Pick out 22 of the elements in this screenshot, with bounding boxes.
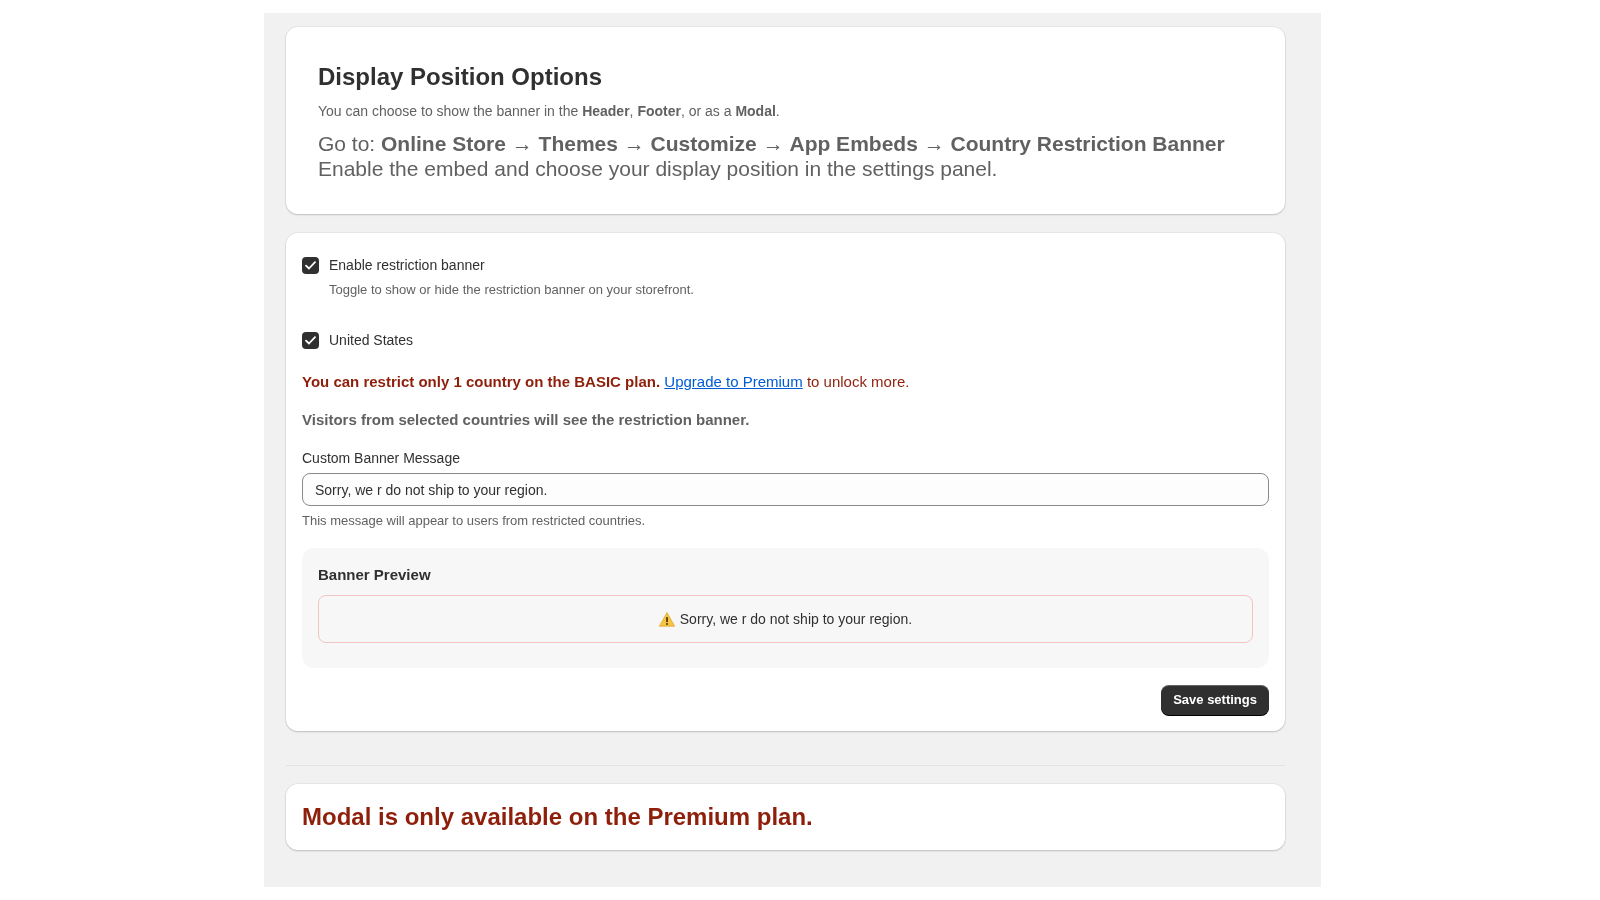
checkmark-icon bbox=[305, 335, 316, 345]
modal-notice: Modal is only available on the Premium plan. bbox=[302, 802, 813, 832]
upgrade-link[interactable]: Upgrade to Premium bbox=[664, 373, 803, 390]
plan-warning: You can restrict only 1 country on the BASIC plan. Upgrade to Premium to unlock more. bbox=[302, 372, 911, 392]
visitors-note: Visitors from selected countries will see the restriction banner. bbox=[302, 410, 751, 430]
checkmark-icon bbox=[305, 260, 316, 270]
warning-icon bbox=[658, 611, 675, 627]
checkbox-label[interactable]: Enable restriction banner bbox=[329, 255, 485, 275]
help-text: Toggle to show or hide the restriction banner on your storefront. bbox=[329, 281, 695, 299]
section-description: You can choose to show the banner in the Header, Footer, or as a Modal. bbox=[318, 102, 781, 121]
preview-title: Banner Preview bbox=[318, 565, 432, 585]
section-title: Display Position Options bbox=[318, 62, 604, 92]
checkbox-label[interactable]: United States bbox=[329, 330, 414, 350]
preview-message: Sorry, we r do not ship to your region. bbox=[679, 610, 913, 629]
save-button[interactable]: Save settings bbox=[1161, 685, 1269, 715]
message-input[interactable]: Sorry, we r do not ship to your region. bbox=[302, 473, 1269, 506]
instructions-text: Go to: Online Store → Themes → Customize → App Embeds → Country Restriction Banner bbox=[318, 131, 1226, 156]
instructions-note: Enable the embed and choose your display position in the settings panel. bbox=[318, 156, 999, 181]
field-label: Custom Banner Message bbox=[302, 449, 461, 468]
checkbox[interactable] bbox=[302, 256, 319, 274]
help-text: This message will appear to users from restricted countries. bbox=[302, 512, 647, 530]
checkbox[interactable] bbox=[302, 331, 319, 349]
